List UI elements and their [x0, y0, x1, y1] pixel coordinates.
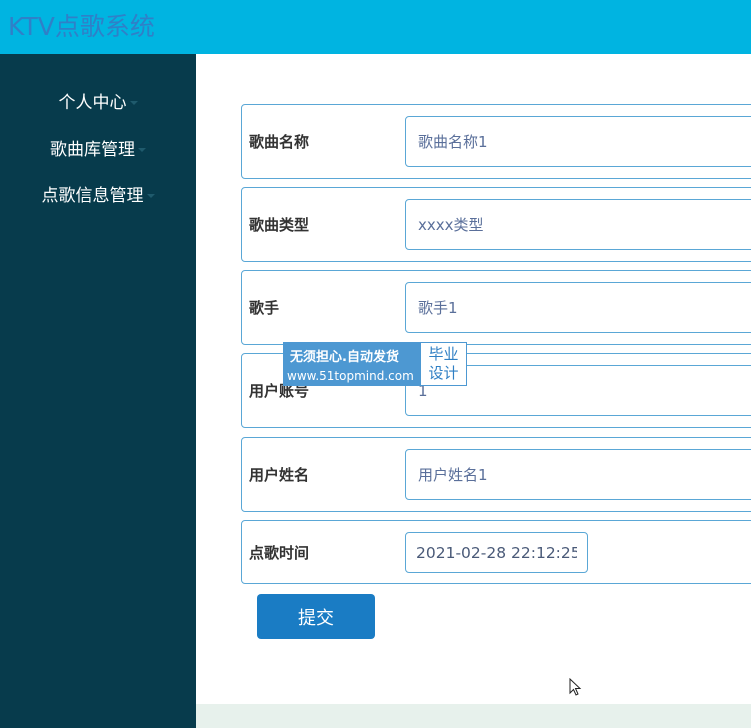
- request-time-input[interactable]: [405, 532, 588, 573]
- song-type-input[interactable]: [405, 199, 751, 250]
- app-title: KTV点歌系统: [8, 12, 155, 41]
- field-label: 用户姓名: [249, 466, 310, 484]
- singer-input[interactable]: [405, 282, 751, 333]
- caret-down-icon: [146, 194, 155, 198]
- watermark-main: 无须担心.自动发货 www.51topmind.com: [283, 342, 420, 386]
- watermark-tag-line2: 设计: [428, 364, 459, 382]
- watermark-slogan: 无须担心.自动发货: [290, 350, 399, 365]
- sidebar-item-profile[interactable]: 个人中心: [0, 88, 196, 113]
- submit-button[interactable]: 提交: [257, 594, 375, 639]
- caret-down-icon: [129, 101, 138, 105]
- mouse-cursor-icon: [569, 678, 582, 696]
- watermark-tag-line1: 毕业: [428, 345, 459, 363]
- song-name-input[interactable]: [405, 116, 751, 167]
- field-label: 歌曲类型: [249, 216, 310, 234]
- field-label: 歌手: [249, 299, 280, 317]
- sidebar-item-song-requests[interactable]: 点歌信息管理: [0, 181, 196, 206]
- caret-down-icon: [138, 148, 146, 152]
- top-header: KTV点歌系统: [0, 0, 751, 54]
- field-label: 点歌时间: [249, 543, 310, 562]
- footer-strip: [196, 704, 751, 728]
- field-label: 歌曲名称: [249, 133, 310, 151]
- form-row-song-type: 歌曲类型: [241, 187, 751, 262]
- form-row-song-name: 歌曲名称: [241, 104, 751, 179]
- form-row-request-time: 点歌时间: [241, 520, 751, 584]
- sidebar-item-label: 个人中心: [58, 93, 127, 113]
- sidebar-item-label: 歌曲库管理: [50, 140, 135, 160]
- form-row-singer: 歌手: [241, 270, 751, 345]
- watermark-url: www.51topmind.com: [287, 369, 414, 383]
- sidebar-item-label: 点歌信息管理: [41, 186, 144, 206]
- user-name-input[interactable]: [405, 449, 751, 500]
- form-row-user-name: 用户姓名: [241, 437, 751, 512]
- watermark-tag: 毕业 设计: [420, 342, 467, 386]
- sidebar-item-song-library[interactable]: 歌曲库管理: [0, 135, 196, 160]
- watermark-badge: 无须担心.自动发货 www.51topmind.com 毕业 设计: [283, 342, 467, 386]
